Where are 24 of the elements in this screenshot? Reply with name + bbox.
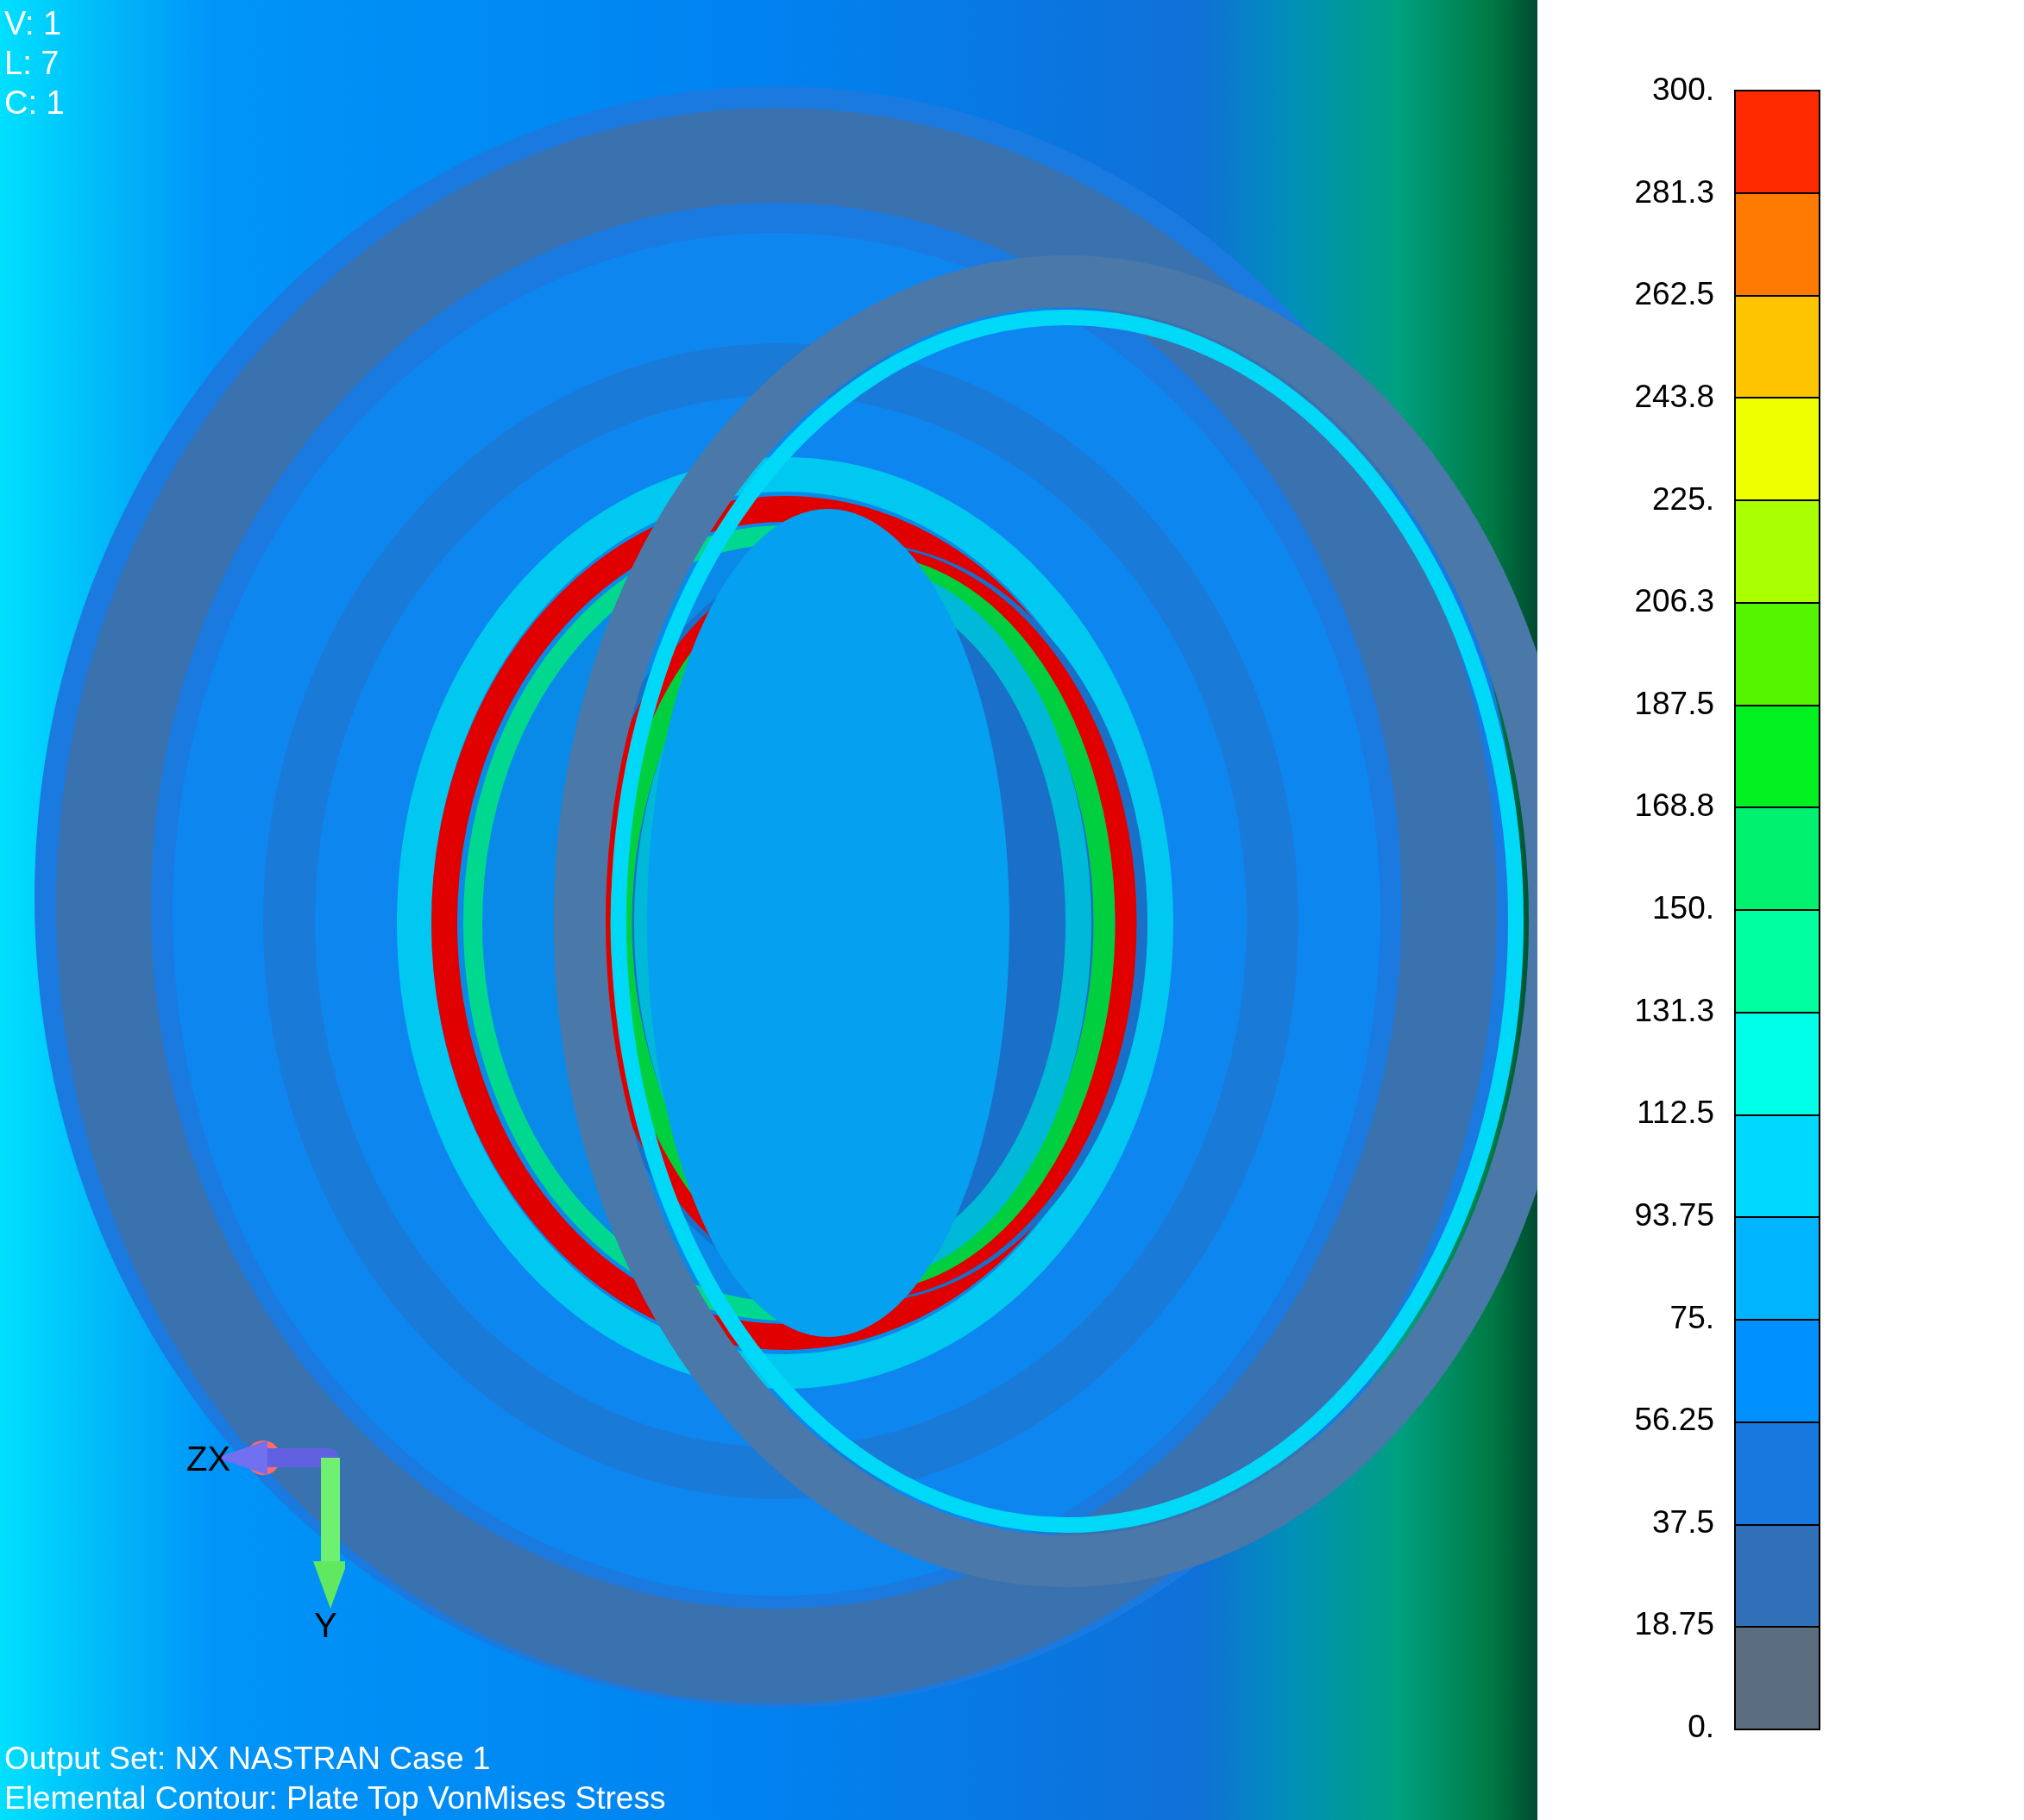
scale-value-label: 75. — [1669, 1298, 1714, 1337]
view-info-text: V: 1 — [4, 4, 62, 43]
scale-value-label: 206.3 — [1633, 582, 1714, 621]
scale-value-label: 0. — [1687, 1708, 1714, 1746]
scale-value-label: 37.5 — [1651, 1503, 1714, 1541]
scale-value-label: 18.75 — [1633, 1605, 1714, 1644]
view-info-text: C: 1 — [4, 84, 65, 122]
scale-value-label: 225. — [1651, 480, 1714, 518]
scale-value-label: 150. — [1651, 889, 1714, 927]
scale-value-label: 300. — [1651, 71, 1714, 109]
scale-value-label: 168.8 — [1633, 787, 1714, 825]
view-info-text: L: 7 — [4, 44, 60, 83]
scale-value-label: 93.75 — [1633, 1196, 1714, 1234]
axis-label: Y — [314, 1606, 337, 1644]
scale-value-label: 56.25 — [1633, 1401, 1714, 1440]
output-info-text: Output Set: NX NASTRAN Case 1 — [4, 1740, 491, 1778]
scale-value-label: 243.8 — [1633, 377, 1714, 416]
scale-value-label: 131.3 — [1633, 991, 1714, 1030]
scale-value-label: 112.5 — [1636, 1094, 1714, 1133]
scale-value-label: 187.5 — [1633, 684, 1714, 723]
scale-value-label: 262.5 — [1633, 275, 1714, 314]
scale-value-label: 281.3 — [1633, 173, 1714, 211]
output-info-text: Elemental Contour: Plate Top VonMises Stress — [4, 1779, 666, 1817]
axis-label: ZX — [186, 1440, 231, 1478]
